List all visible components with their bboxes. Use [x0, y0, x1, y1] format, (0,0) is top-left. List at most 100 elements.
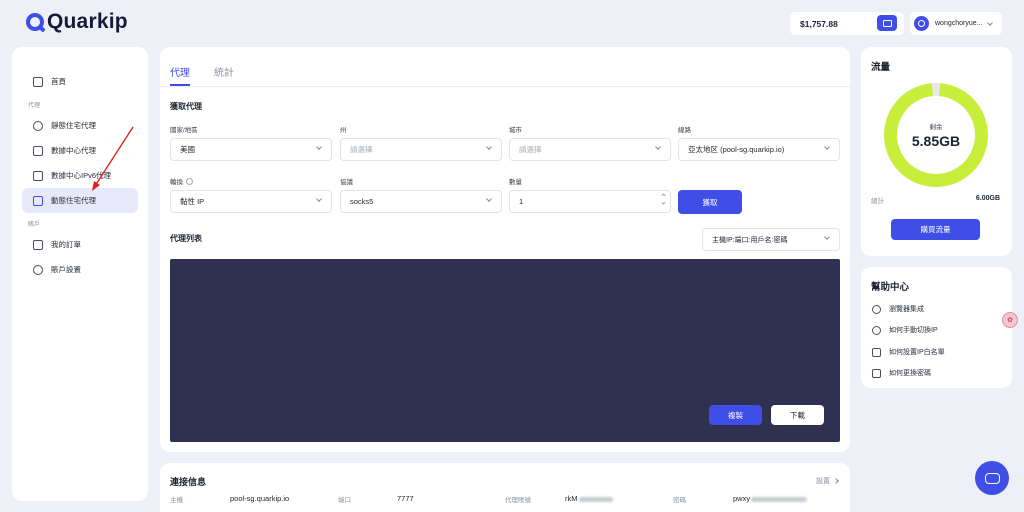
sidebar-item-datacenter[interactable]: 數據中心代理: [22, 138, 138, 163]
protocol-label: 協議: [340, 179, 353, 186]
fetch-button[interactable]: 獲取: [678, 190, 742, 214]
sidebar-item-home[interactable]: 首頁: [22, 69, 138, 94]
wallet-button[interactable]: [877, 15, 897, 31]
proxy-panel: 代理 統計 獲取代理 國家/地區 州 城市 線路 美國 請選擇 請選擇 亞太地区…: [160, 47, 850, 452]
globe-icon: [872, 304, 881, 314]
balance-display: $1,757.88: [790, 12, 904, 35]
help-item-browser[interactable]: 瀏覽器集成: [872, 304, 924, 314]
avatar: [914, 16, 929, 31]
chevron-up-icon[interactable]: [661, 193, 666, 198]
port-label: 端口: [338, 497, 351, 504]
translate-float-icon[interactable]: ✿: [1002, 312, 1018, 328]
chevron-down-icon: [987, 19, 994, 26]
tab-bar: 代理 統計: [160, 47, 850, 87]
city-select[interactable]: 請選擇: [509, 138, 671, 161]
remaining-label: 剩余: [929, 124, 943, 131]
help-item-label: 瀏覽器集成: [889, 306, 924, 313]
sidebar-item-static-residential[interactable]: 靜態住宅代理: [22, 113, 138, 138]
user-menu[interactable]: wongchoryue...: [910, 12, 1002, 35]
username: wongchoryue...: [935, 20, 983, 27]
traffic-card: 流量 剩余 5.85GB 總計 6.00GB 購買流量: [861, 47, 1012, 256]
info-icon[interactable]: [186, 177, 193, 185]
home-icon: [33, 76, 43, 87]
donut-center: 剩余 5.85GB: [897, 96, 975, 174]
chevron-down-icon: [824, 234, 830, 240]
account-label: 代理賬號: [505, 497, 531, 504]
sidebar-item-label: 我的訂單: [51, 240, 81, 249]
sidebar-item-orders[interactable]: 我的訂單: [22, 232, 138, 257]
line-select[interactable]: 亞太地区 (pool-sg.quarkip.io): [678, 138, 840, 161]
download-button[interactable]: 下載: [771, 405, 824, 425]
sidebar-item-label: 賬戶設置: [51, 265, 81, 274]
protocol-select[interactable]: socks5: [340, 190, 502, 213]
brand-logo[interactable]: Quarkip: [26, 10, 128, 34]
redacted-mask: [751, 496, 808, 502]
state-select[interactable]: 請選擇: [340, 138, 502, 161]
logo-mark-icon: [26, 13, 44, 31]
quantity-label: 數量: [509, 179, 522, 186]
chevron-down-icon: [486, 196, 492, 202]
connection-info-panel: 連接信息 設置 主機 pool-sg.quarkip.io 端口 7777 代理…: [160, 463, 850, 512]
sidebar-item-dynamic-residential[interactable]: 動態住宅代理: [22, 188, 138, 213]
country-value: 美國: [180, 145, 195, 154]
help-item-change-password[interactable]: 如何更換密碼: [872, 368, 931, 378]
sidebar-item-datacenter-ipv6[interactable]: 數據中心IPv6代理: [22, 163, 138, 188]
chevron-right-icon: [833, 478, 839, 484]
sidebar-item-label: 動態住宅代理: [51, 196, 96, 205]
location-pin-icon: [33, 120, 43, 131]
line-value: 亞太地区 (pool-sg.quarkip.io): [688, 145, 785, 154]
sidebar-item-label: 靜態住宅代理: [51, 121, 96, 130]
host-label: 主機: [170, 497, 183, 504]
lock-icon: [872, 368, 881, 378]
line-label: 線路: [678, 127, 691, 134]
server-v6-icon: [33, 170, 43, 181]
buy-traffic-button[interactable]: 購買流量: [891, 219, 980, 240]
rotation-label: 輪換: [170, 176, 193, 186]
chevron-down-icon[interactable]: [661, 200, 666, 205]
port-value: 7777: [397, 494, 414, 503]
protocol-value: socks5: [350, 197, 374, 206]
sidebar-group-account: 賬戶: [28, 222, 41, 228]
sidebar-item-label: 數據中心IPv6代理: [51, 171, 112, 180]
proxy-list-output[interactable]: 複製 下載: [170, 259, 840, 442]
quantity-stepper[interactable]: 1: [509, 190, 671, 213]
country-label: 國家/地區: [170, 127, 198, 134]
fetch-proxy-title: 獲取代理: [170, 102, 202, 111]
wallet-icon: [882, 19, 892, 27]
copy-button[interactable]: 複製: [709, 405, 762, 425]
account-value: rkM: [565, 494, 613, 503]
help-item-whitelist[interactable]: 如何設置IP白名單: [872, 347, 945, 357]
chevron-down-icon: [486, 144, 492, 150]
tab-proxy[interactable]: 代理: [170, 64, 190, 86]
chevron-down-icon: [316, 144, 322, 150]
account-value-text: rkM: [565, 494, 578, 503]
password-value: pwxy: [733, 494, 808, 503]
brand-name: Quarkip: [47, 10, 128, 33]
tab-statistics[interactable]: 統計: [214, 64, 234, 86]
country-select[interactable]: 美國: [170, 138, 332, 161]
link-icon: [872, 325, 881, 335]
sidebar-item-account-settings[interactable]: 賬戶設置: [22, 257, 138, 282]
order-icon: [33, 239, 43, 250]
rotation-select[interactable]: 黏性 IP: [170, 190, 332, 213]
help-item-label: 如何更換密碼: [889, 370, 931, 377]
format-value: 主機IP:端口:用戶名:密碼: [712, 236, 788, 244]
proxy-list-title: 代理列表: [170, 234, 202, 243]
state-placeholder: 請選擇: [350, 145, 373, 154]
help-item-switch-ip[interactable]: 如何手動切換IP: [872, 325, 938, 335]
chat-support-button[interactable]: [975, 461, 1009, 495]
rotation-value: 黏性 IP: [180, 197, 205, 206]
total-label: 總計: [871, 198, 884, 205]
balance-amount: $1,757.88: [800, 18, 838, 29]
avatar-icon: [918, 20, 925, 27]
city-label: 城市: [509, 127, 522, 134]
help-item-label: 如何設置IP白名單: [889, 349, 945, 356]
format-select[interactable]: 主機IP:端口:用戶名:密碼: [702, 228, 840, 251]
chevron-down-icon: [655, 144, 661, 150]
stepper-arrows[interactable]: [661, 193, 666, 205]
help-center-card: 幫助中心 瀏覽器集成 如何手動切換IP 如何設置IP白名單 如何更換密碼: [861, 267, 1012, 388]
password-value-text: pwxy: [733, 494, 751, 503]
host-value: pool-sg.quarkip.io: [230, 494, 290, 503]
settings-link[interactable]: 設置: [816, 476, 839, 486]
settings-label: 設置: [816, 478, 830, 485]
